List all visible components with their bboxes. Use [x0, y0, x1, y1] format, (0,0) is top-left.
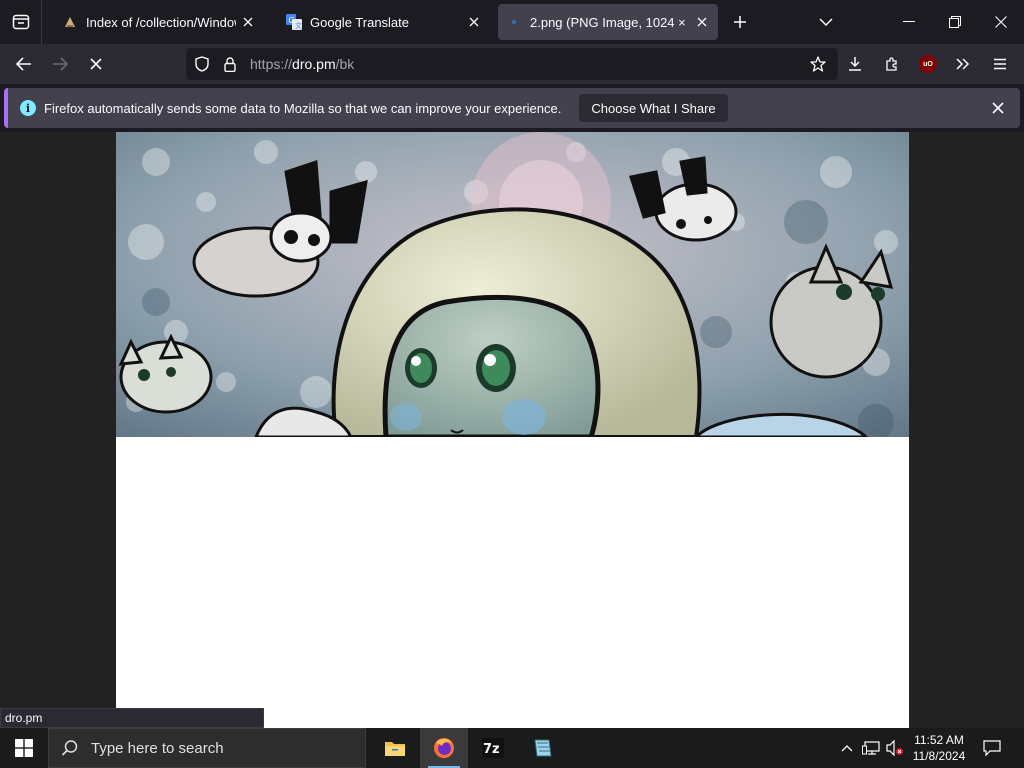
app-menu-button[interactable]: [984, 48, 1016, 80]
close-tab-icon[interactable]: [236, 10, 260, 34]
back-arrow-icon: [16, 57, 31, 71]
tab-title: Index of /collection/Windows XP: [86, 14, 236, 30]
tab-index-of-collection[interactable]: Index of /collection/Windows XP: [48, 4, 264, 40]
tracking-protection-icon[interactable]: [188, 48, 216, 80]
extensions-button[interactable]: [876, 48, 908, 80]
firefox-icon: [434, 738, 454, 758]
close-notification-button[interactable]: [986, 96, 1010, 120]
network-icon: [862, 741, 880, 755]
navigation-toolbar: https://dro.pm/bk uO: [0, 44, 1024, 84]
clock-time: 11:52 AM: [914, 733, 964, 747]
tab-google-translate[interactable]: G文 Google Translate: [272, 4, 490, 40]
bookmark-star-icon[interactable]: [804, 48, 832, 80]
url-bar[interactable]: https://dro.pm/bk: [186, 48, 838, 80]
minimize-icon: [903, 21, 915, 22]
screen: Index of /collection/Windows XP G文 Googl…: [0, 0, 1024, 768]
search-icon: [61, 740, 78, 756]
clock-date: 11/8/2024: [912, 749, 966, 763]
chevron-up-icon: [841, 745, 853, 752]
translate-icon: G文: [286, 14, 302, 30]
chevron-down-icon: [819, 18, 833, 27]
choose-what-i-share-button[interactable]: Choose What I Share: [579, 94, 728, 122]
page-content: [0, 132, 1024, 728]
network-button[interactable]: [860, 728, 882, 768]
stop-button[interactable]: [80, 48, 112, 80]
plus-icon: [734, 16, 746, 28]
show-hidden-icons-button[interactable]: [838, 728, 856, 768]
tab-title: 2.png (PNG Image, 1024 × 768 pixels): [530, 14, 690, 30]
restore-icon: [949, 16, 961, 28]
7zip-taskbar-button[interactable]: 7z: [469, 728, 517, 768]
lock-icon[interactable]: [216, 48, 244, 80]
volume-muted-icon: [886, 740, 903, 756]
url-host: dro.pm: [292, 56, 336, 72]
folder-icon: [385, 742, 405, 756]
close-icon: [995, 16, 1007, 28]
close-tab-icon[interactable]: [690, 10, 714, 34]
taskbar-search-box[interactable]: Type here to search: [48, 728, 366, 768]
firefox-view-button[interactable]: [0, 0, 42, 44]
notification-message: Firefox automatically sends some data to…: [44, 100, 562, 116]
close-tab-icon[interactable]: [462, 10, 486, 34]
search-placeholder: Type here to search: [91, 739, 224, 757]
status-link: dro.pm: [0, 708, 264, 728]
download-icon: [849, 57, 861, 71]
info-icon: i: [20, 100, 36, 116]
7zip-icon: 7z: [482, 738, 504, 758]
downloads-button[interactable]: [839, 48, 871, 80]
illustration: [116, 132, 909, 437]
forward-button[interactable]: [44, 48, 76, 80]
image-icon: [506, 14, 522, 30]
minimize-button[interactable]: [886, 0, 932, 44]
ublock-icon: uO: [919, 55, 937, 73]
list-all-tabs-button[interactable]: [812, 8, 840, 36]
svg-text:文: 文: [295, 21, 302, 30]
url-text: https://dro.pm/bk: [250, 56, 354, 72]
svg-text:G: G: [289, 16, 295, 25]
url-scheme: https://: [250, 56, 293, 72]
volume-button[interactable]: [884, 728, 906, 768]
app-taskbar-button[interactable]: [518, 728, 566, 768]
notification-icon: [983, 740, 1001, 756]
firefox-view-icon: [12, 14, 29, 30]
ia-icon: [62, 14, 78, 30]
action-center-button[interactable]: [978, 728, 1006, 768]
taskbar-clock[interactable]: 11:52 AM 11/8/2024: [906, 732, 972, 764]
windows-logo-icon: [15, 739, 33, 757]
close-window-button[interactable]: [978, 0, 1024, 44]
windows-taskbar: Type here to search 7z 11:52 AM 11/8/202…: [0, 728, 1024, 768]
more-tools-button[interactable]: [947, 48, 979, 80]
puzzle-icon: [886, 57, 897, 71]
start-button[interactable]: [0, 728, 48, 768]
data-reporting-notification: i Firefox automatically sends some data …: [4, 88, 1020, 128]
double-chevron-right-icon: [956, 58, 970, 70]
restore-button[interactable]: [932, 0, 978, 44]
tab-title: Google Translate: [310, 14, 410, 30]
svg-text:7z: 7z: [483, 742, 500, 757]
close-icon: [992, 102, 1004, 114]
forward-arrow-icon: [53, 57, 68, 71]
stop-icon: [90, 58, 102, 70]
hamburger-menu-icon: [994, 58, 1006, 70]
app-icon: [534, 739, 552, 757]
back-button[interactable]: [8, 48, 40, 80]
file-explorer-taskbar-button[interactable]: [371, 728, 419, 768]
tab-2-png[interactable]: 2.png (PNG Image, 1024 × 768 pixels): [498, 4, 718, 40]
url-path: /bk: [335, 56, 355, 72]
new-tab-button[interactable]: [726, 8, 754, 36]
png-image: [116, 132, 909, 728]
ublock-origin-button[interactable]: uO: [912, 48, 944, 80]
firefox-taskbar-button[interactable]: [420, 728, 468, 768]
